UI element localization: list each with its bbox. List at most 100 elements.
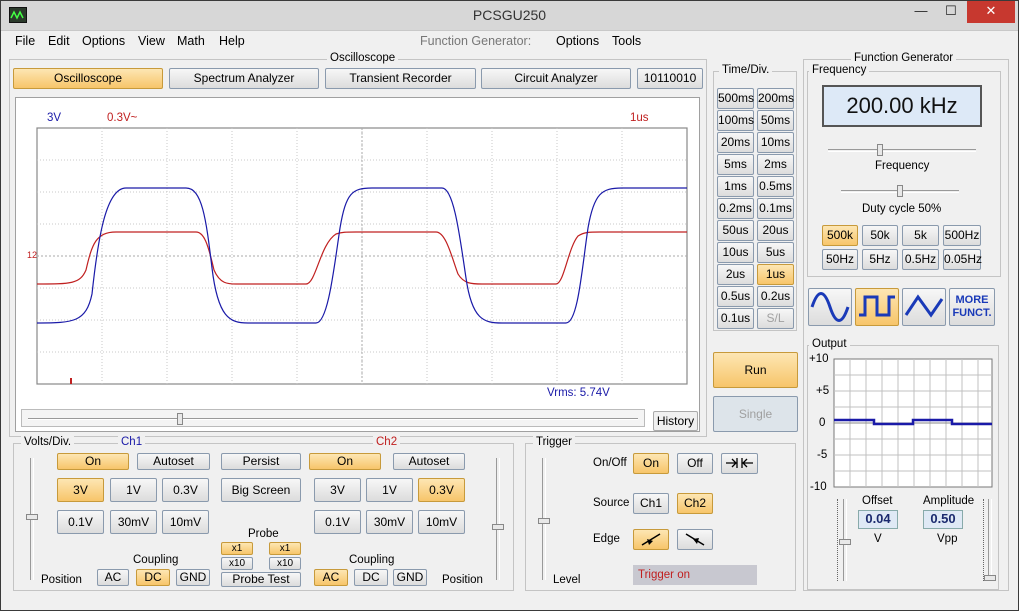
timediv-0.2ms[interactable]: 0.2ms bbox=[717, 198, 754, 219]
trigger-off-button[interactable]: Off bbox=[677, 453, 713, 474]
offset-slider-thumb[interactable] bbox=[839, 539, 851, 545]
ch1-3v-button[interactable]: 3V bbox=[57, 478, 104, 502]
ch2-probe-x1-button[interactable]: x1 bbox=[269, 542, 301, 555]
ch1-on-button[interactable]: On bbox=[57, 453, 129, 470]
ch1-probe-x1-button[interactable]: x1 bbox=[221, 542, 253, 555]
run-button[interactable]: Run bbox=[713, 352, 798, 388]
range-50hz-button[interactable]: 50Hz bbox=[822, 249, 858, 270]
ch2-gnd-button[interactable]: GND bbox=[393, 569, 427, 586]
ch1-autoset-button[interactable]: Autoset bbox=[137, 453, 210, 470]
timediv-5us[interactable]: 5us bbox=[757, 242, 794, 263]
range-0.05hz-button[interactable]: 0.05Hz bbox=[943, 249, 982, 270]
tab-transient-recorder[interactable]: Transient Recorder bbox=[325, 68, 476, 89]
menu-file[interactable]: File bbox=[15, 34, 35, 48]
menu-edit[interactable]: Edit bbox=[48, 34, 70, 48]
ch2-ac-button[interactable]: AC bbox=[314, 569, 348, 586]
timediv-0.1us[interactable]: 0.1us bbox=[717, 308, 754, 329]
menu-options[interactable]: Options bbox=[82, 34, 125, 48]
big-screen-button[interactable]: Big Screen bbox=[221, 478, 301, 502]
trigger-level-thumb[interactable] bbox=[538, 518, 550, 524]
amplitude-value[interactable]: 0.50 bbox=[923, 510, 963, 529]
range-5hz-button[interactable]: 5Hz bbox=[862, 249, 898, 270]
timediv-0.5us[interactable]: 0.5us bbox=[717, 286, 754, 307]
tab-spectrum-analyzer[interactable]: Spectrum Analyzer bbox=[169, 68, 319, 89]
timediv-5ms[interactable]: 5ms bbox=[717, 154, 754, 175]
menu-fg-options[interactable]: Options bbox=[556, 34, 599, 48]
ch2-position-slider[interactable] bbox=[496, 458, 500, 580]
ch2-3v-button[interactable]: 3V bbox=[314, 478, 361, 502]
trigger-ch2-button[interactable]: Ch2 bbox=[677, 493, 713, 514]
ch1-0.1v-button[interactable]: 0.1V bbox=[57, 510, 104, 534]
range-500k-button[interactable]: 500k bbox=[822, 225, 858, 246]
probe-test-button[interactable]: Probe Test bbox=[221, 572, 301, 587]
menu-math[interactable]: Math bbox=[177, 34, 205, 48]
more-functions-button[interactable]: MORE FUNCT. bbox=[949, 288, 995, 326]
triangle-wave-button[interactable] bbox=[902, 288, 946, 326]
timediv-10us[interactable]: 10us bbox=[717, 242, 754, 263]
horizontal-position-scrollbar[interactable] bbox=[21, 409, 645, 427]
timediv-1ms[interactable]: 1ms bbox=[717, 176, 754, 197]
digital-display-button[interactable]: 10110010 bbox=[637, 68, 703, 89]
ch1-0.3v-button[interactable]: 0.3V bbox=[162, 478, 209, 502]
timediv-20us[interactable]: 20us bbox=[757, 220, 794, 241]
timediv-10ms[interactable]: 10ms bbox=[757, 132, 794, 153]
history-button[interactable]: History bbox=[653, 411, 698, 431]
ch1-position-thumb[interactable] bbox=[26, 514, 38, 520]
ch2-0.1v-button[interactable]: 0.1V bbox=[314, 510, 361, 534]
timediv-0.1ms[interactable]: 0.1ms bbox=[757, 198, 794, 219]
amplitude-slider[interactable] bbox=[988, 499, 992, 581]
ch2-probe-x10-button[interactable]: x10 bbox=[269, 557, 301, 570]
close-button[interactable]: ✕ bbox=[967, 1, 1015, 23]
ch2-position-thumb[interactable] bbox=[492, 524, 504, 530]
timediv-50ms[interactable]: 50ms bbox=[757, 110, 794, 131]
ch2-on-button[interactable]: On bbox=[309, 453, 381, 470]
timediv-2us[interactable]: 2us bbox=[717, 264, 754, 285]
ch1-1v-button[interactable]: 1V bbox=[110, 478, 157, 502]
timediv-50us[interactable]: 50us bbox=[717, 220, 754, 241]
square-wave-button[interactable] bbox=[855, 288, 899, 326]
ch1-probe-x10-button[interactable]: x10 bbox=[221, 557, 253, 570]
timediv-20ms[interactable]: 20ms bbox=[717, 132, 754, 153]
ch1-dc-button[interactable]: DC bbox=[136, 569, 170, 586]
range-50k-button[interactable]: 50k bbox=[862, 225, 898, 246]
timediv-500ms[interactable]: 500ms bbox=[717, 88, 754, 109]
timediv-100ms[interactable]: 100ms bbox=[717, 110, 754, 131]
ch2-dc-button[interactable]: DC bbox=[354, 569, 388, 586]
range-5k-button[interactable]: 5k bbox=[902, 225, 939, 246]
timediv-2ms[interactable]: 2ms bbox=[757, 154, 794, 175]
persist-button[interactable]: Persist bbox=[221, 453, 301, 470]
rising-edge-button[interactable] bbox=[633, 529, 669, 550]
offset-value[interactable]: 0.04 bbox=[858, 510, 898, 529]
amplitude-slider-thumb[interactable] bbox=[984, 575, 996, 581]
ch2-autoset-button[interactable]: Autoset bbox=[393, 453, 465, 470]
trigger-ch1-button[interactable]: Ch1 bbox=[633, 493, 669, 514]
timediv-200ms[interactable]: 200ms bbox=[757, 88, 794, 109]
scroll-thumb[interactable] bbox=[177, 413, 183, 425]
range-0.5hz-button[interactable]: 0.5Hz bbox=[902, 249, 939, 270]
timediv-0.2us[interactable]: 0.2us bbox=[757, 286, 794, 307]
ch2-1v-button[interactable]: 1V bbox=[366, 478, 413, 502]
timediv-1us[interactable]: 1us bbox=[757, 264, 794, 285]
ch2-30mv-button[interactable]: 30mV bbox=[366, 510, 413, 534]
ch1-gnd-button[interactable]: GND bbox=[176, 569, 210, 586]
falling-edge-button[interactable] bbox=[677, 529, 713, 550]
range-500hz-button[interactable]: 500Hz bbox=[943, 225, 981, 246]
ch2-10mv-button[interactable]: 10mV bbox=[418, 510, 465, 534]
trigger-on-button[interactable]: On bbox=[633, 453, 669, 474]
menu-view[interactable]: View bbox=[138, 34, 165, 48]
ch1-ac-button[interactable]: AC bbox=[97, 569, 129, 586]
tab-oscilloscope[interactable]: Oscilloscope bbox=[13, 68, 163, 89]
tab-circuit-analyzer[interactable]: Circuit Analyzer bbox=[481, 68, 631, 89]
frequency-slider[interactable] bbox=[828, 149, 976, 152]
sine-wave-button[interactable] bbox=[808, 288, 852, 326]
minimize-button[interactable]: — bbox=[907, 1, 935, 23]
duty-cycle-thumb[interactable] bbox=[897, 185, 903, 197]
ch1-30mv-button[interactable]: 30mV bbox=[110, 510, 157, 534]
timediv-0.5ms[interactable]: 0.5ms bbox=[757, 176, 794, 197]
trigger-center-button[interactable] bbox=[721, 453, 758, 474]
frequency-slider-thumb[interactable] bbox=[877, 144, 883, 156]
menu-fg-tools[interactable]: Tools bbox=[612, 34, 641, 48]
maximize-button[interactable]: ☐ bbox=[937, 1, 965, 23]
menu-help[interactable]: Help bbox=[219, 34, 245, 48]
ch1-10mv-button[interactable]: 10mV bbox=[162, 510, 209, 534]
